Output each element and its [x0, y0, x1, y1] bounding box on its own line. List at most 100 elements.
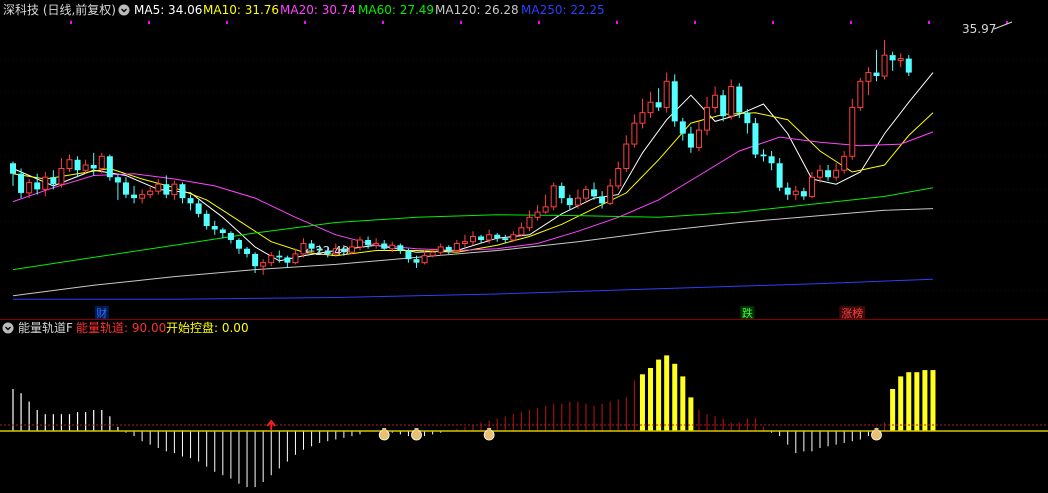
candle-body-down — [655, 102, 662, 108]
candle-body-up — [526, 216, 533, 229]
candle-body-down — [889, 55, 896, 61]
candle-body-up — [421, 255, 428, 264]
candle-body-down — [825, 170, 832, 178]
candle-body-down — [219, 229, 226, 234]
candle-body-up — [348, 246, 355, 253]
candle-body-down — [599, 196, 606, 204]
energy-bar-strong — [898, 376, 904, 431]
candle-body-down — [720, 95, 727, 117]
money-bag-knot — [382, 428, 387, 431]
ma20-label: MA20: 30.74 — [280, 3, 356, 17]
candle-body-up — [373, 242, 380, 246]
candle-body-down — [195, 203, 202, 214]
energy-bar-strong — [639, 374, 645, 431]
candle-body-down — [106, 156, 113, 178]
energy-value-label: 能量轨道: 90.00 — [76, 321, 166, 335]
energy-bar-strong — [664, 355, 670, 431]
candle-body-down — [687, 133, 694, 148]
candle-body-up — [66, 159, 73, 169]
candle-body-down — [179, 184, 186, 199]
indicator-settings-icon[interactable] — [2, 322, 14, 334]
money-bag-icon — [378, 429, 390, 441]
candle-body-down — [502, 238, 509, 240]
candle-body-up — [98, 155, 105, 169]
top-marker-dot — [928, 21, 930, 24]
settings-icon[interactable] — [118, 4, 130, 16]
energy-bar-strong — [914, 372, 920, 431]
candle-body-down — [558, 185, 565, 199]
candlesticks — [10, 39, 912, 275]
event-marker: 财 — [96, 306, 107, 320]
ma-line-ma60 — [12, 187, 934, 271]
control-value-label: 开始控盘: 0.00 — [166, 320, 249, 335]
candle-body-up — [849, 106, 856, 157]
top-marker-dot — [538, 21, 540, 24]
candle-body-down — [90, 165, 97, 169]
candle-body-down — [131, 194, 138, 199]
candle-body-down — [905, 58, 912, 73]
high-arrow-line — [993, 21, 1013, 30]
candle-body-up — [542, 206, 549, 213]
candle-body-up — [510, 234, 517, 241]
candle-body-down — [381, 243, 388, 249]
top-marker-dot — [148, 21, 150, 24]
candle-body-down — [591, 189, 598, 197]
candle-body-down — [74, 159, 81, 171]
money-bag-knot — [874, 428, 879, 431]
candle-body-up — [817, 169, 823, 178]
stock-title: 深科技 (日线,前复权) — [3, 2, 116, 17]
event-marker: 跌 — [742, 306, 753, 320]
candle-body-down — [768, 156, 775, 164]
high-price-label: 35.97 — [962, 22, 996, 36]
candle-body-up — [615, 167, 622, 187]
candle-body-down — [18, 173, 25, 193]
candle-body-up — [139, 194, 146, 199]
candle-body-down — [211, 226, 218, 230]
candle-body-up — [857, 80, 864, 108]
ma120-label: MA120: 26.28 — [435, 3, 519, 17]
energy-bar-strong — [680, 376, 686, 431]
money-bag-icon — [483, 429, 495, 441]
candle-body-down — [784, 187, 791, 195]
candle-body-down — [566, 198, 573, 206]
candle-body-down — [122, 182, 129, 195]
low-price-label: ←22.49 — [305, 244, 349, 258]
top-marker-dot — [226, 21, 228, 24]
candle-body-up — [437, 246, 444, 253]
candle-body-down — [34, 182, 41, 190]
energy-bar-strong — [922, 370, 928, 431]
energy-bar-strong — [672, 363, 678, 431]
money-bag-knot — [414, 428, 419, 431]
candle-body-up — [260, 262, 267, 267]
top-marker-dot — [382, 21, 384, 24]
candle-body-up — [550, 185, 557, 208]
candle-body-up — [171, 183, 178, 196]
candle-body-up — [518, 227, 525, 236]
candle-body-up — [639, 112, 646, 124]
candle-body-down — [405, 250, 412, 260]
candle-body-down — [752, 123, 759, 155]
candle-body-down — [671, 81, 678, 122]
energy-bar-strong — [656, 359, 662, 431]
candle-body-down — [10, 163, 16, 174]
candle-body-up — [453, 242, 460, 251]
candle-body-up — [881, 54, 888, 77]
candle-body-up — [292, 253, 299, 264]
indicator-name: 能量轨道F — [18, 321, 73, 335]
candle-body-down — [873, 72, 880, 77]
candle-body-down — [284, 257, 291, 263]
candle-body-down — [413, 259, 420, 263]
candle-body-down — [445, 246, 452, 251]
candle-body-up — [841, 155, 848, 171]
candle-body-up — [647, 101, 654, 114]
top-marker-dot — [616, 21, 618, 24]
candle-body-up — [631, 122, 638, 145]
candle-body-up — [808, 176, 815, 197]
ma250-label: MA250: 22.25 — [521, 3, 605, 17]
money-bag-knot — [487, 428, 492, 431]
candle-body-down — [365, 239, 372, 246]
energy-bars — [0, 355, 1048, 488]
money-bag-icon — [871, 429, 882, 441]
candle-body-down — [114, 177, 121, 183]
candle-body-up — [389, 244, 396, 250]
